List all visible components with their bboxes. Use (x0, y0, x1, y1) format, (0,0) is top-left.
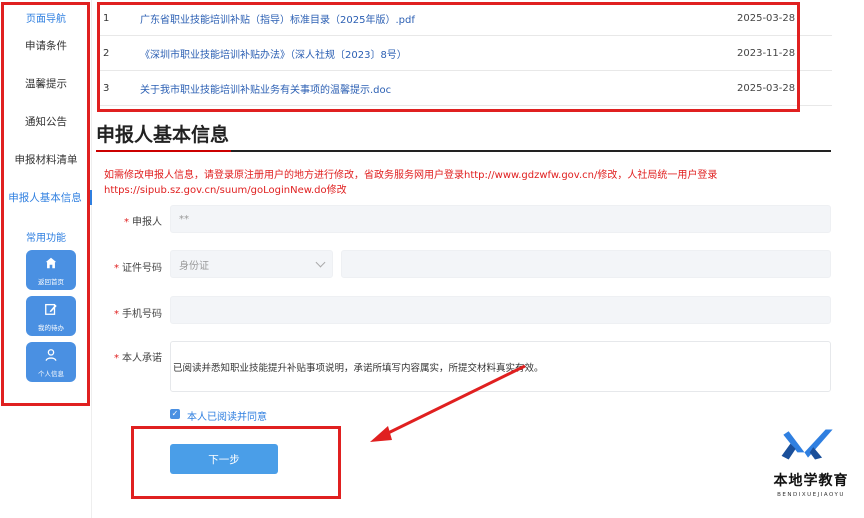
pledge-label: * 本人承诺 (114, 353, 162, 364)
section-divider (96, 150, 831, 152)
id-type-select[interactable]: 身份证 (170, 250, 333, 278)
section-title: 申报人基本信息 (96, 124, 230, 146)
applicant-label: * 申报人 (124, 217, 162, 228)
watermark-text: 本地学教育 (773, 473, 849, 489)
agree-label[interactable]: 本人已阅读并同意 (187, 408, 267, 423)
agree-checkbox[interactable]: ✓ (170, 409, 180, 419)
id-label: * 证件号码 (114, 263, 162, 274)
id-type-value: 身份证 (179, 260, 209, 272)
page: 页面导航 申请条件 温馨提示 通知公告 申报材料清单 申报人基本信息 常用功能 … (0, 0, 864, 518)
required-mark: * (114, 263, 119, 274)
applicant-field[interactable]: ** (170, 205, 831, 233)
chevron-down-icon (315, 257, 326, 268)
highlight-box-sidebar (1, 2, 90, 406)
highlight-box-next (131, 426, 341, 499)
phone-field[interactable] (170, 296, 831, 324)
logo-icon (781, 429, 833, 460)
phone-label: * 手机号码 (114, 309, 162, 320)
highlight-box-files (97, 2, 800, 112)
required-mark: * (114, 353, 119, 364)
annotation-arrow (370, 364, 526, 442)
watermark-subtext: BENDIXUEJIAOYU (777, 492, 845, 498)
id-number-field[interactable] (341, 250, 831, 278)
required-mark: * (114, 309, 119, 320)
notice-text: 如需修改申报人信息，请登录原注册用户的地方进行修改，省政务服务网用户登录http… (104, 170, 718, 196)
required-mark: * (124, 217, 129, 228)
